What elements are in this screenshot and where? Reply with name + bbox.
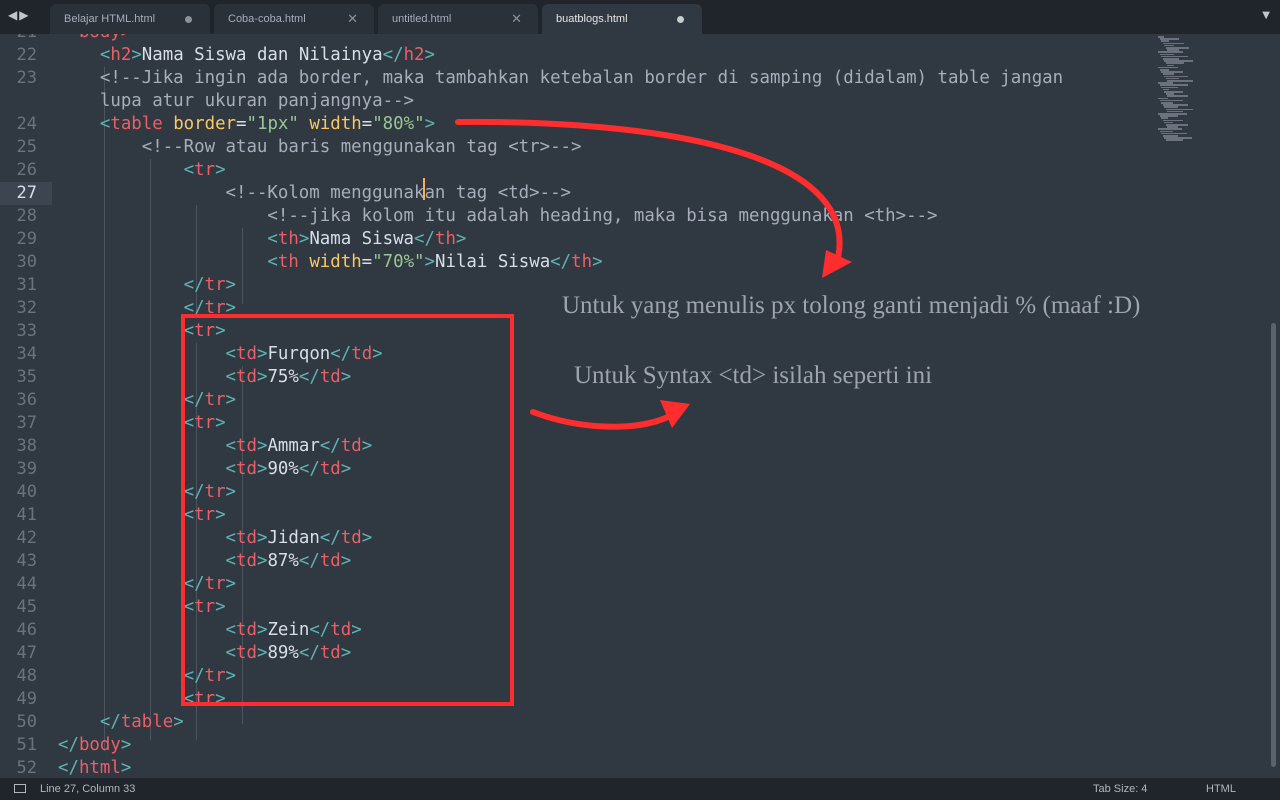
line-number: 49 [16, 689, 37, 709]
line-number: 33 [16, 321, 37, 341]
line-number: 37 [16, 413, 37, 433]
code-line[interactable]: 30 <th width="70%">Nilai Siswa</th> [0, 251, 1280, 274]
code-line[interactable]: 52 </html> [0, 757, 1280, 778]
line-number: 34 [16, 344, 37, 364]
line-number: 23 [16, 68, 37, 88]
code-text: </body> [58, 735, 132, 755]
code-text: <tr> [58, 160, 226, 180]
code-line[interactable]: 29 <th>Nama Siswa</th> [0, 228, 1280, 251]
tab-size-selector[interactable]: Tab Size: 4 [1093, 778, 1147, 800]
code-text: <!--Row atau baris menggunakan tag <tr>-… [58, 137, 582, 157]
line-number: 45 [16, 597, 37, 617]
status-bar: Line 27, Column 33 Tab Size: 4 HTML [0, 778, 1280, 800]
code-text: </html> [58, 758, 132, 778]
line-number: 46 [16, 620, 37, 640]
line-number: 35 [16, 367, 37, 387]
text-cursor [423, 178, 425, 200]
panel-toggle-icon[interactable] [14, 784, 26, 793]
tab-label: buatblogs.html [556, 13, 628, 25]
code-text: <th>Nama Siswa</th> [58, 229, 467, 249]
code-text: <!--Kolom menggunakan tag <td>--> [58, 183, 572, 203]
code-text: </tr> [58, 275, 237, 295]
line-number: 30 [16, 252, 37, 272]
line-number: 51 [16, 735, 37, 755]
tab-nav-arrows-icon[interactable]: ◀▶ [8, 8, 30, 22]
code-line[interactable]: 22 <h2>Nama Siswa dan Nilainya</h2> [0, 44, 1280, 67]
tab-menu-chevron-icon[interactable]: ▼ [1262, 10, 1270, 21]
line-number: 29 [16, 229, 37, 249]
code-line[interactable]: 23 <!--Jika ingin ada border, maka tamba… [0, 67, 1280, 90]
line-number: 43 [16, 551, 37, 571]
code-text: <h2>Nama Siswa dan Nilainya</h2> [58, 45, 435, 65]
line-number: 21 [0, 34, 37, 44]
code-text: <!--Jika ingin ada border, maka tambahka… [58, 68, 1064, 88]
code-line[interactable]: lupa atur ukuran panjangnya--> [0, 90, 1280, 113]
code-text: lupa atur ukuran panjangnya--> [58, 91, 414, 111]
minimap-line [1165, 139, 1183, 141]
code-text: <!--jika kolom itu adalah heading, maka … [58, 206, 938, 226]
code-line[interactable]: 24 <table border="1px" width="80%"> [0, 113, 1280, 136]
syntax-selector[interactable]: HTML [1206, 778, 1236, 800]
line-number: 28 [16, 206, 37, 226]
annotation-note-td: Untuk Syntax <td> isilah seperti ini [574, 362, 933, 389]
cursor-position: Line 27, Column 33 [40, 783, 136, 795]
code-line[interactable]: 51 </body> [0, 734, 1280, 757]
close-icon[interactable]: ✕ [511, 4, 522, 34]
line-number: 42 [16, 528, 37, 548]
line-number: 25 [16, 137, 37, 157]
tab-untitled[interactable]: untitled.html ✕ [378, 4, 538, 34]
line-number: 32 [16, 298, 37, 318]
annotation-highlight-box [181, 314, 514, 706]
tab-coba-coba[interactable]: Coba-coba.html ✕ [214, 4, 374, 34]
line-number: 44 [16, 574, 37, 594]
tab-buatblogs[interactable]: buatblogs.html [542, 4, 702, 34]
minimap[interactable] [1158, 36, 1193, 146]
code-line[interactable]: 21 body> [0, 34, 1280, 44]
unsaved-dot-icon[interactable] [677, 16, 684, 23]
line-number: 27 [16, 183, 37, 203]
code-line[interactable]: 50 </table> [0, 711, 1280, 734]
unsaved-dot-icon[interactable] [185, 16, 192, 23]
line-number: 22 [16, 45, 37, 65]
line-number: 50 [16, 712, 37, 732]
line-number: 26 [16, 160, 37, 180]
vertical-scrollbar[interactable] [1271, 323, 1276, 767]
line-number: 48 [16, 666, 37, 686]
line-number: 38 [16, 436, 37, 456]
code-line[interactable]: 28 <!--jika kolom itu adalah heading, ma… [0, 205, 1280, 228]
tab-label: untitled.html [392, 13, 452, 25]
line-number: 40 [16, 482, 37, 502]
code-line[interactable]: 26 <tr> [0, 159, 1280, 182]
code-text: body> [58, 34, 131, 44]
tab-label: Coba-coba.html [228, 13, 306, 25]
code-line[interactable]: 27 <!--Kolom menggunakan tag <td>--> [0, 182, 1280, 205]
line-number: 36 [16, 390, 37, 410]
line-number: 31 [16, 275, 37, 295]
tab-label: Belajar HTML.html [64, 13, 156, 25]
code-text: </table> [58, 712, 184, 732]
tab-belajar-html[interactable]: Belajar HTML.html [50, 4, 210, 34]
minimap-line [1167, 95, 1188, 97]
line-number: 39 [16, 459, 37, 479]
line-number: 24 [16, 114, 37, 134]
close-icon[interactable]: ✕ [347, 4, 358, 34]
line-number: 47 [16, 643, 37, 663]
line-number: 52 [16, 758, 37, 778]
line-number: 41 [16, 505, 37, 525]
annotation-note-px: Untuk yang menulis px tolong ganti menja… [562, 292, 1141, 319]
code-text: <table border="1px" width="80%"> [58, 114, 436, 134]
code-line[interactable]: 25 <!--Row atau baris menggunakan tag <t… [0, 136, 1280, 159]
code-text: <th width="70%">Nilai Siswa</th> [58, 252, 603, 272]
tab-bar: ◀▶ Belajar HTML.html Coba-coba.html ✕ un… [0, 0, 1280, 34]
